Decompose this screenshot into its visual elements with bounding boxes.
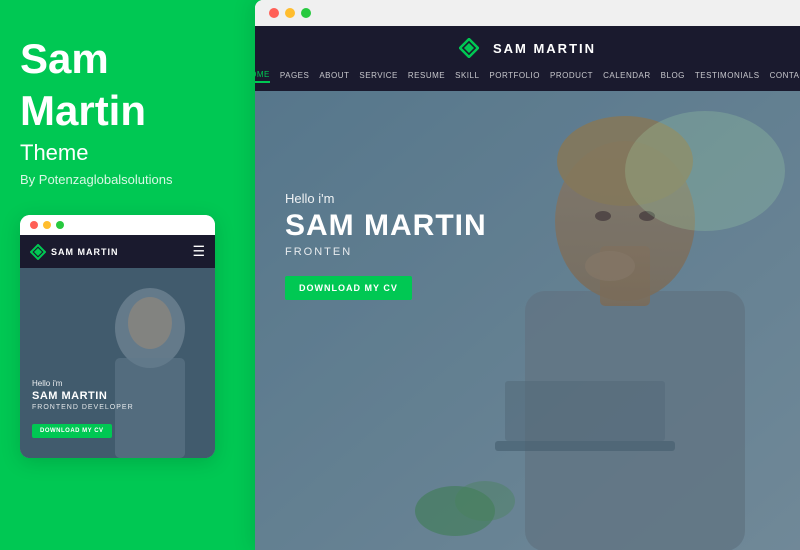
desktop-hero-text: Hello i'm SAM MARTIN FRONTEN DOWNLOAD MY… — [285, 191, 487, 300]
hamburger-icon[interactable]: ☰ — [192, 243, 205, 260]
nav-link-skill[interactable]: SKILL — [455, 69, 479, 82]
mobile-hello: Hello i'm — [32, 379, 134, 388]
nav-link-blog[interactable]: BLOG — [661, 69, 685, 82]
mobile-preview: SAM MARTIN ☰ Hello i'm SAM MARTIN FRONTE… — [20, 215, 215, 458]
theme-title: Sam Martin — [20, 36, 228, 140]
mobile-role: FRONTEND DEVELOPER — [32, 404, 134, 411]
nav-link-product[interactable]: PRODUCT — [550, 69, 593, 82]
mobile-hero-text: Hello i'm SAM MARTIN FRONTEND DEVELOPER … — [32, 379, 134, 438]
desktop-nav-brand-row: SAM MARTIN — [459, 26, 596, 68]
nav-link-portfolio[interactable]: PORTFOLIO — [489, 69, 540, 82]
desktop-name: SAM MARTIN — [285, 211, 487, 241]
mobile-brand: SAM MARTIN — [51, 247, 119, 257]
theme-subtitle: Theme — [20, 140, 228, 166]
mobile-window-dots — [20, 215, 215, 235]
desktop-diamond-icon — [459, 38, 479, 58]
dot-red — [30, 221, 38, 229]
dot-yellow — [43, 221, 51, 229]
left-panel: Sam Martin Theme By Potenzaglobalsolutio… — [0, 0, 248, 550]
nav-link-calendar[interactable]: CALENDAR — [603, 69, 651, 82]
hero-person-illustration — [255, 91, 800, 550]
theme-by: By Potenzaglobalsolutions — [20, 172, 228, 187]
desktop-brand: SAM MARTIN — [493, 41, 596, 56]
nav-link-testimonials[interactable]: TESTIMONIALS — [695, 69, 760, 82]
dot-green — [56, 221, 64, 229]
desktop-dot-red — [269, 8, 279, 18]
desktop-hero: Hello i'm SAM MARTIN FRONTEN DOWNLOAD MY… — [255, 91, 800, 550]
desktop-hello: Hello i'm — [285, 191, 487, 206]
nav-link-home[interactable]: HOME — [255, 68, 270, 83]
mobile-nav-logo: SAM MARTIN — [30, 244, 119, 260]
mobile-hero: Hello i'm SAM MARTIN FRONTEND DEVELOPER … — [20, 268, 215, 458]
nav-link-pages[interactable]: PAGES — [280, 69, 309, 82]
mobile-nav: SAM MARTIN ☰ — [20, 235, 215, 268]
diamond-icon — [30, 244, 46, 260]
mobile-name: SAM MARTIN — [32, 390, 134, 402]
nav-link-resume[interactable]: RESUME — [408, 69, 445, 82]
desktop-nav: SAM MARTIN HOME PAGES ABOUT SERVICE RESU… — [255, 26, 800, 91]
desktop-dot-yellow — [285, 8, 295, 18]
nav-link-contact[interactable]: CONTACT — [770, 69, 800, 82]
mobile-cv-button[interactable]: DOWNLOAD MY CV — [32, 424, 112, 438]
desktop-role: FRONTEN — [285, 246, 487, 258]
desktop-preview: SAM MARTIN HOME PAGES ABOUT SERVICE RESU… — [255, 0, 800, 550]
desktop-nav-links: HOME PAGES ABOUT SERVICE RESUME SKILL PO… — [255, 68, 800, 91]
nav-link-about[interactable]: ABOUT — [319, 69, 349, 82]
desktop-window-dots — [255, 0, 800, 26]
desktop-cv-button[interactable]: DOWNLOAD MY CV — [285, 276, 412, 300]
nav-link-service[interactable]: SERVICE — [359, 69, 397, 82]
desktop-dot-green — [301, 8, 311, 18]
